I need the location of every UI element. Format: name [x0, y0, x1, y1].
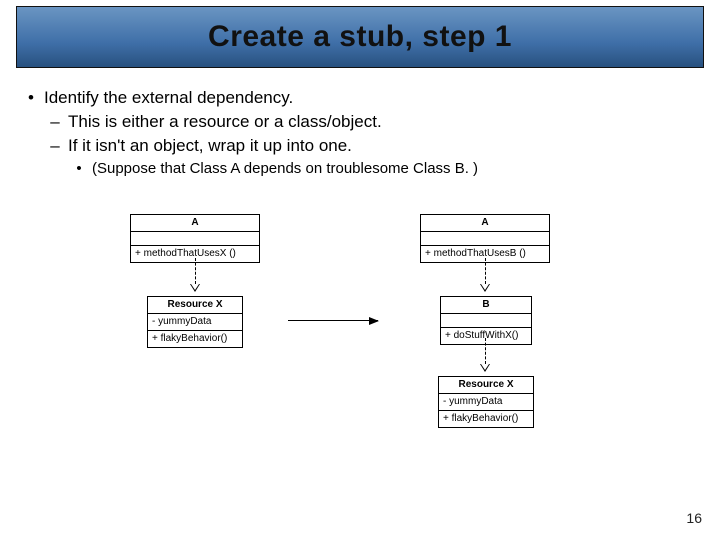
uml-class-name: B — [441, 297, 531, 314]
bullet-dot-icon: • — [24, 88, 38, 108]
dependency-arrow-icon — [480, 364, 490, 372]
uml-class-b: B + doStuffWithX() — [440, 296, 532, 345]
uml-class-a-left: A + methodThatUsesX () — [130, 214, 260, 263]
uml-field: - yummyData — [439, 394, 533, 411]
bullet-dot-icon: • — [72, 160, 86, 177]
bullet-level3: • (Suppose that Class A depends on troub… — [20, 160, 700, 177]
uml-fields-empty — [441, 314, 531, 328]
uml-fields-empty — [131, 232, 259, 246]
uml-field: - yummyData — [148, 314, 242, 331]
uml-class-a-right: A + methodThatUsesB () — [420, 214, 550, 263]
dependency-arrow-icon — [190, 284, 200, 292]
dependency-line-icon — [485, 338, 486, 364]
dependency-line-icon — [485, 258, 486, 284]
uml-class-name: Resource X — [439, 377, 533, 394]
bullet-dash-icon: – — [48, 112, 62, 132]
uml-class-name: A — [131, 215, 259, 232]
uml-class-name: Resource X — [148, 297, 242, 314]
uml-class-name: A — [421, 215, 549, 232]
bullet-level2: – This is either a resource or a class/o… — [20, 112, 700, 132]
bullet-text: This is either a resource or a class/obj… — [68, 112, 382, 132]
content: • Identify the external dependency. – Th… — [20, 88, 700, 181]
transform-arrow-icon — [288, 320, 378, 321]
uml-method: + doStuffWithX() — [441, 328, 531, 344]
bullet-level2: – If it isn't an object, wrap it up into… — [20, 136, 700, 156]
arrow-tip-icon — [369, 317, 379, 325]
bullet-text: If it isn't an object, wrap it up into o… — [68, 136, 352, 156]
dependency-arrow-icon — [480, 284, 490, 292]
uml-resource-x-right: Resource X - yummyData + flakyBehavior() — [438, 376, 534, 428]
uml-fields-empty — [421, 232, 549, 246]
bullet-text: (Suppose that Class A depends on trouble… — [92, 160, 478, 177]
slide: Create a stub, step 1 • Identify the ext… — [0, 0, 720, 540]
page-number: 16 — [686, 510, 702, 526]
dependency-line-icon — [195, 258, 196, 284]
bullet-level1: • Identify the external dependency. — [20, 88, 700, 108]
uml-method: + flakyBehavior() — [439, 411, 533, 427]
uml-resource-x-left: Resource X - yummyData + flakyBehavior() — [147, 296, 243, 348]
bullet-dash-icon: – — [48, 136, 62, 156]
bullet-text: Identify the external dependency. — [44, 88, 293, 108]
title-bar: Create a stub, step 1 — [16, 6, 704, 68]
diagram-area: A + methodThatUsesX () Resource X - yumm… — [110, 208, 610, 478]
uml-method: + flakyBehavior() — [148, 331, 242, 347]
slide-title: Create a stub, step 1 — [208, 20, 512, 54]
